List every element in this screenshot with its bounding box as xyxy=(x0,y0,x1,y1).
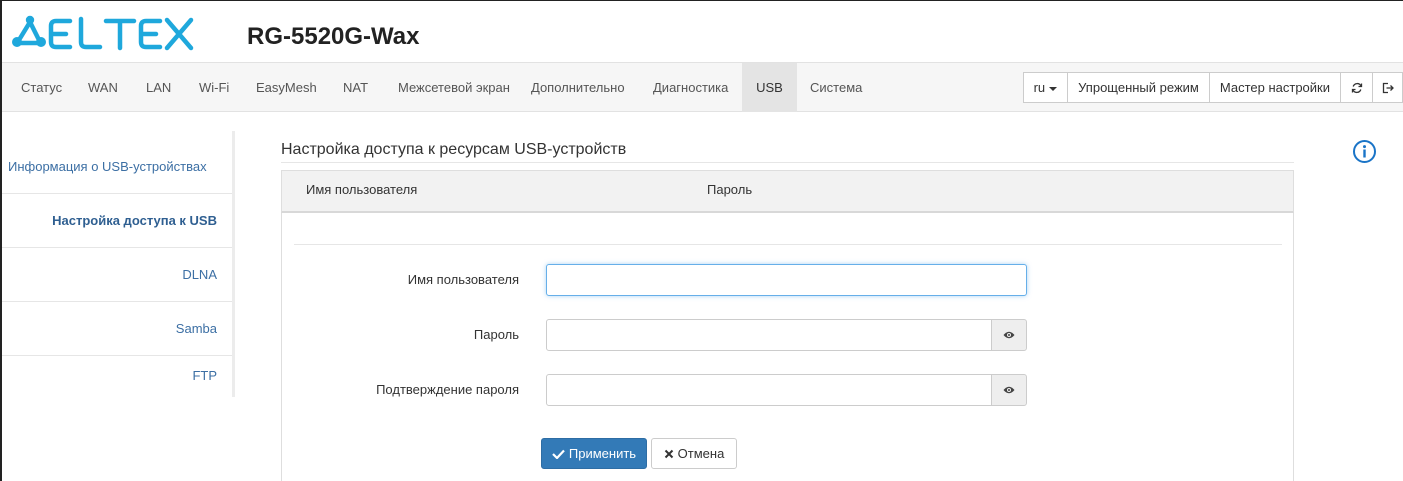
apply-label: Применить xyxy=(568,446,637,461)
nav-item-system[interactable]: Система xyxy=(798,63,874,112)
nav-actions: ru Упрощенный режим Мастер настройки xyxy=(1022,72,1403,103)
language-value: ru xyxy=(1033,80,1046,95)
password-input[interactable] xyxy=(546,319,992,351)
users-table-header: Имя пользователя Пароль xyxy=(281,170,1294,213)
confirm-password-input[interactable] xyxy=(546,374,992,406)
username-input[interactable] xyxy=(546,264,1027,296)
nav-item-status[interactable]: Статус xyxy=(9,63,74,112)
nav-item-usb[interactable]: USB xyxy=(742,63,797,112)
nav-item-diagnostics[interactable]: Диагностика xyxy=(641,63,740,112)
username-label: Имя пользователя xyxy=(407,272,519,287)
sidebar-item-ftp[interactable]: FTP xyxy=(2,356,232,396)
password-label: Пароль xyxy=(473,327,519,342)
header: RG-5520G-Wax xyxy=(2,1,1403,62)
caret-down-icon xyxy=(1049,86,1058,91)
refresh-button[interactable] xyxy=(1340,72,1373,103)
nav-item-wifi[interactable]: Wi-Fi xyxy=(187,63,241,112)
logout-button[interactable] xyxy=(1372,72,1403,103)
nav-item-easymesh[interactable]: EasyMesh xyxy=(244,63,329,112)
sidebar-item-usb-info[interactable]: Информация о USB-устройствах xyxy=(2,140,232,194)
info-icon[interactable] xyxy=(1352,139,1377,164)
apply-button[interactable]: Применить xyxy=(541,438,647,469)
cancel-label: Отмена xyxy=(677,446,725,461)
sidebar-item-dlna[interactable]: DLNA xyxy=(2,248,232,302)
nav-item-lan[interactable]: LAN xyxy=(134,63,183,112)
eye-icon xyxy=(1003,386,1015,394)
column-username: Имя пользователя xyxy=(306,182,418,197)
language-dropdown[interactable]: ru xyxy=(1022,72,1069,103)
simple-mode-button[interactable]: Упрощенный режим xyxy=(1067,72,1210,103)
cancel-button[interactable]: Отмена xyxy=(651,438,737,469)
refresh-icon xyxy=(1351,82,1362,93)
eltex-logo[interactable] xyxy=(10,15,200,51)
close-icon xyxy=(664,449,674,459)
form-divider xyxy=(294,244,1282,245)
title-divider xyxy=(281,162,1294,163)
sidebar-item-usb-access[interactable]: Настройка доступа к USB xyxy=(2,194,232,248)
page-title: Настройка доступа к ресурсам USB-устройс… xyxy=(281,141,627,158)
check-icon xyxy=(552,449,565,459)
nav-item-advanced[interactable]: Дополнительно xyxy=(519,63,637,112)
sidebar: Информация о USB-устройствах Настройка д… xyxy=(2,131,235,397)
nav-item-wan[interactable]: WAN xyxy=(76,63,130,112)
main-nav: Статус WAN LAN Wi-Fi EasyMesh NAT Межсет… xyxy=(2,62,1403,112)
confirm-password-label: Подтверждение пароля xyxy=(376,382,519,397)
eye-icon xyxy=(1003,331,1015,339)
show-password-button[interactable] xyxy=(991,319,1027,351)
sidebar-item-samba[interactable]: Samba xyxy=(2,302,232,356)
device-title: RG-5520G-Wax xyxy=(247,23,420,50)
show-confirm-password-button[interactable] xyxy=(991,374,1027,406)
logout-icon xyxy=(1382,82,1394,93)
column-password: Пароль xyxy=(707,182,753,197)
nav-item-nat[interactable]: NAT xyxy=(331,63,380,112)
nav-item-firewall[interactable]: Межсетевой экран xyxy=(386,63,522,112)
setup-wizard-button[interactable]: Мастер настройки xyxy=(1208,72,1341,103)
